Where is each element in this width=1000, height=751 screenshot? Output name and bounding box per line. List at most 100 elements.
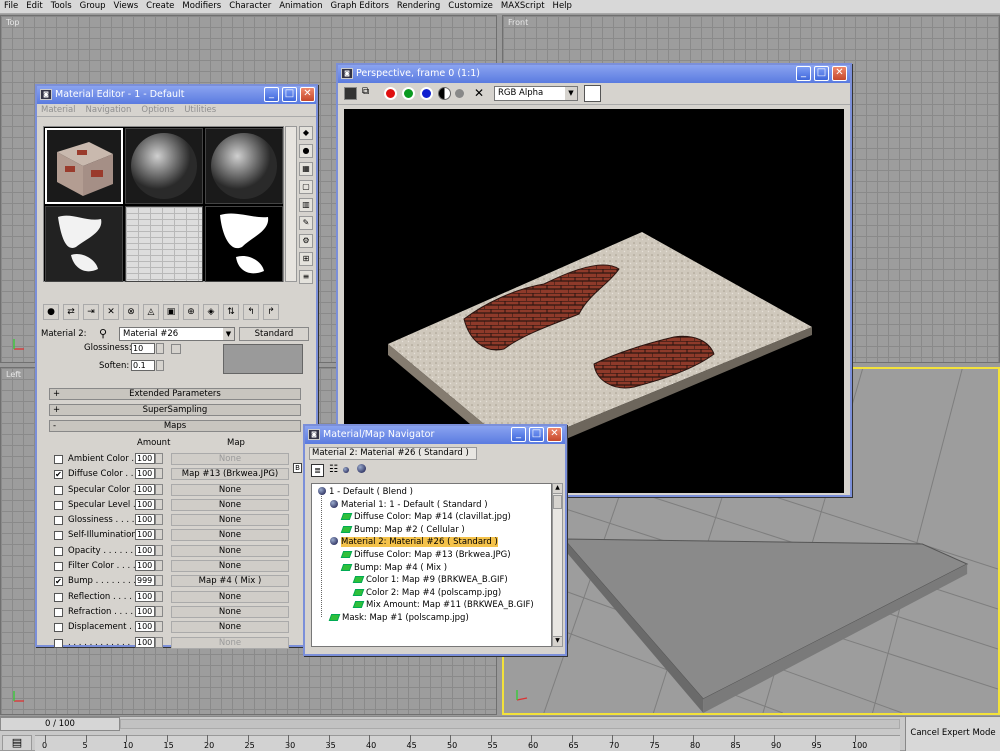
map-enable-checkbox[interactable] bbox=[54, 546, 63, 556]
sample-slot-brick-box[interactable] bbox=[45, 128, 123, 204]
menu-item[interactable]: Graph Editors bbox=[331, 0, 389, 13]
map-enable-checkbox[interactable] bbox=[54, 531, 63, 541]
map-enable-checkbox[interactable]: ✔ bbox=[54, 470, 63, 480]
time-slider-track[interactable] bbox=[120, 719, 900, 729]
show-end-result-icon[interactable]: ⇅ bbox=[223, 304, 239, 320]
glossiness-map-button[interactable] bbox=[171, 344, 181, 354]
map-amount-input[interactable]: 100 bbox=[135, 590, 155, 602]
map-amount-spinner[interactable] bbox=[155, 605, 163, 617]
navigator-scrollbar[interactable]: ▲ ▼ bbox=[552, 483, 563, 647]
material-editor-menu-item[interactable]: Utilities bbox=[184, 104, 216, 116]
menu-item[interactable]: Create bbox=[146, 0, 174, 13]
alpha-channel-icon[interactable] bbox=[455, 89, 464, 98]
close-button[interactable]: ✕ bbox=[300, 87, 315, 102]
map-amount-spinner[interactable] bbox=[155, 483, 163, 495]
map-slot-button[interactable]: None bbox=[171, 590, 289, 603]
map-amount-input[interactable]: 100 bbox=[135, 468, 155, 480]
sample-slot-sphere-1[interactable] bbox=[125, 128, 203, 204]
material-type-button[interactable]: Standard bbox=[239, 327, 309, 341]
maximize-button[interactable]: □ bbox=[282, 87, 297, 102]
navigator-titlebar[interactable]: ◙ Material/Map Navigator _ □ ✕ bbox=[305, 426, 565, 444]
navigator-tree-item[interactable]: Color 2: Map #4 (polscamp.jpg) bbox=[352, 587, 501, 600]
soften-spinner[interactable] bbox=[156, 360, 164, 371]
scroll-thumb[interactable] bbox=[553, 495, 562, 509]
map-slot-button[interactable]: None bbox=[171, 529, 289, 542]
material-editor-window[interactable]: ◙ Material Editor - 1 - Default _ □ ✕ Ma… bbox=[35, 84, 318, 649]
glossiness-spinner[interactable] bbox=[156, 343, 164, 354]
material-editor-menu-item[interactable]: Material bbox=[41, 104, 76, 116]
backlight-icon[interactable]: ● bbox=[299, 144, 313, 158]
go-forward-sibling-icon[interactable]: ↱ bbox=[263, 304, 279, 320]
save-icon[interactable] bbox=[344, 87, 357, 100]
menu-item[interactable]: Character bbox=[229, 0, 271, 13]
map-enable-checkbox[interactable]: ✔ bbox=[54, 577, 63, 587]
make-preview-icon[interactable]: ✎ bbox=[299, 216, 313, 230]
track-bar-icon[interactable]: ▤ bbox=[2, 735, 32, 751]
map-amount-spinner[interactable] bbox=[155, 621, 163, 633]
sample-type-icon[interactable]: ◆ bbox=[299, 126, 313, 140]
map-amount-input[interactable]: 100 bbox=[135, 483, 155, 495]
soften-input[interactable]: 0.1 bbox=[131, 360, 155, 371]
map-slot-button[interactable]: None bbox=[171, 621, 289, 634]
navigator-tree-item[interactable]: 1 - Default ( Blend ) bbox=[318, 486, 413, 499]
rollout-extended-parameters[interactable]: + Extended Parameters bbox=[49, 388, 301, 400]
map-enable-checkbox[interactable] bbox=[54, 638, 63, 648]
maximize-button[interactable]: □ bbox=[814, 66, 829, 81]
map-amount-input[interactable]: 100 bbox=[135, 529, 155, 541]
navigator-tree-item[interactable]: Diffuse Color: Map #14 (clavillat.jpg) bbox=[340, 511, 511, 524]
sample-slot-mask-map[interactable] bbox=[45, 206, 123, 282]
map-amount-spinner[interactable] bbox=[155, 590, 163, 602]
glossiness-input[interactable]: 10 bbox=[131, 343, 155, 354]
navigator-tree-item[interactable]: Color 1: Map #9 (BRKWEA_B.GIF) bbox=[352, 574, 508, 587]
view-list-icon[interactable]: ≣ bbox=[311, 464, 324, 477]
render-window-titlebar[interactable]: ◙ Perspective, frame 0 (1:1) _ □ ✕ bbox=[338, 65, 850, 83]
time-slider[interactable]: 0 / 100 bbox=[0, 717, 120, 731]
sample-slots[interactable] bbox=[43, 126, 284, 282]
menu-item[interactable]: Customize bbox=[448, 0, 493, 13]
map-amount-spinner[interactable] bbox=[155, 498, 163, 510]
map-amount-input[interactable]: 100 bbox=[135, 636, 155, 648]
navigator-tree-item[interactable]: Bump: Map #4 ( Mix ) bbox=[340, 562, 447, 575]
map-amount-input[interactable]: 100 bbox=[135, 514, 155, 526]
map-slot-button[interactable]: None bbox=[171, 453, 289, 465]
map-enable-checkbox[interactable] bbox=[54, 607, 63, 617]
menu-item[interactable]: Views bbox=[114, 0, 139, 13]
sample-slots-scrollbar[interactable] bbox=[285, 126, 297, 282]
clear-icon[interactable]: ✕ bbox=[474, 86, 484, 100]
menu-item[interactable]: File bbox=[4, 0, 18, 13]
put-to-library-icon[interactable]: ▣ bbox=[163, 304, 179, 320]
viewport-label-left[interactable]: Left bbox=[6, 370, 21, 379]
blue-channel-icon[interactable] bbox=[420, 87, 433, 100]
go-to-parent-icon[interactable]: ↰ bbox=[243, 304, 259, 320]
scroll-up-icon[interactable]: ▲ bbox=[553, 484, 562, 494]
material-editor-titlebar[interactable]: ◙ Material Editor - 1 - Default _ □ ✕ bbox=[37, 86, 316, 104]
reset-map-icon[interactable]: ✕ bbox=[103, 304, 119, 320]
sample-slot-alpha-map[interactable] bbox=[205, 206, 283, 282]
scroll-down-icon[interactable]: ▼ bbox=[553, 636, 562, 646]
map-amount-input[interactable]: 999 bbox=[135, 575, 155, 587]
navigator-tree-item[interactable]: Mix Amount: Map #11 (BRKWEA_B.GIF) bbox=[352, 599, 534, 612]
material-navigator-icon[interactable]: ≡ bbox=[299, 270, 313, 284]
navigator-tree-item[interactable]: Material 1: 1 - Default ( Standard ) bbox=[330, 499, 488, 512]
material-editor-menu-item[interactable]: Options bbox=[141, 104, 174, 116]
menu-item[interactable]: Tools bbox=[51, 0, 72, 13]
map-slot-button[interactable]: None bbox=[171, 514, 289, 527]
map-enable-checkbox[interactable] bbox=[54, 562, 63, 572]
options-icon[interactable]: ⚙ bbox=[299, 234, 313, 248]
map-amount-spinner[interactable] bbox=[155, 560, 163, 572]
menu-item[interactable]: Modifiers bbox=[182, 0, 221, 13]
map-slot-button[interactable]: Map #4 ( Mix ) bbox=[171, 575, 289, 588]
put-to-scene-icon[interactable]: ⇄ bbox=[63, 304, 79, 320]
minimize-button[interactable]: _ bbox=[264, 87, 279, 102]
map-slot-button[interactable]: None bbox=[171, 560, 289, 573]
sample-slot-sphere-2[interactable] bbox=[205, 128, 283, 204]
red-channel-icon[interactable] bbox=[384, 87, 397, 100]
material-map-navigator-window[interactable]: ◙ Material/Map Navigator _ □ ✕ Material … bbox=[303, 424, 567, 656]
navigator-tree-item[interactable]: Material 2: Material #26 ( Standard ) bbox=[330, 536, 498, 549]
background-icon[interactable]: ▦ bbox=[299, 162, 313, 176]
channel-select[interactable]: RGB Alpha ▼ bbox=[494, 86, 578, 101]
viewport-label-front[interactable]: Front bbox=[508, 18, 528, 27]
view-sphere-small-icon[interactable] bbox=[342, 464, 352, 480]
view-small-icons-icon[interactable]: ☷ bbox=[329, 464, 338, 480]
map-amount-spinner[interactable] bbox=[155, 453, 163, 464]
